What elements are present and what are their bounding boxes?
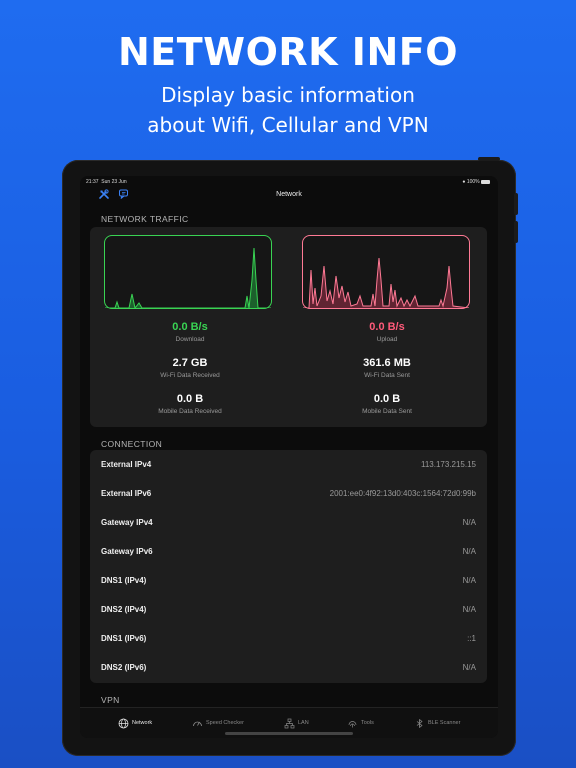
lan-icon — [284, 718, 295, 728]
connection-row[interactable]: External IPv4 113.173.215.15 — [90, 450, 487, 479]
wifi-sent-value: 361.6 MB — [363, 357, 411, 369]
hero-subtitle-line1: Display basic information — [161, 83, 415, 107]
connection-row[interactable]: DNS1 (IPv4) N/A — [90, 566, 487, 595]
row-label: DNS2 (IPv4) — [101, 605, 147, 614]
app-screen: 21:37 Sun 23 Jun ● 100% Network NETWORK … — [80, 176, 498, 738]
tab-lan[interactable]: LAN — [284, 717, 309, 729]
home-indicator[interactable] — [225, 732, 353, 735]
connection-header: CONNECTION — [101, 439, 163, 449]
status-time-value: 21:37 — [86, 179, 99, 185]
row-value: ::1 — [467, 634, 476, 643]
mobile-sent-value: 0.0 B — [373, 393, 401, 405]
download-speed: 0.0 B/s — [172, 321, 208, 333]
mobile-received-label: Mobile Data Received — [158, 408, 222, 415]
row-label: DNS1 (IPv6) — [101, 634, 147, 643]
connection-row[interactable]: DNS1 (IPv6) ::1 — [90, 624, 487, 653]
status-bar: 21:37 Sun 23 Jun ● 100% — [80, 176, 498, 188]
status-time: 21:37 Sun 23 Jun — [86, 179, 127, 185]
download-label: Download — [175, 336, 205, 343]
traffic-card: 0.0 B/s Download 0.0 B/s Upload 2.7 GB W… — [90, 227, 487, 427]
nav-title: Network — [276, 191, 302, 198]
row-value: N/A — [462, 605, 476, 614]
wifi-status-icon: ● — [462, 179, 466, 185]
mobile-received-stat: 0.0 B Mobile Data Received — [90, 393, 290, 415]
status-battery: ● 100% — [462, 179, 490, 185]
wifi-received-value: 2.7 GB — [172, 357, 208, 369]
row-value: N/A — [462, 576, 476, 585]
battery-percent: 100% — [466, 179, 480, 185]
row-value: N/A — [462, 518, 476, 527]
connection-row[interactable]: DNS2 (IPv6) N/A — [90, 653, 487, 682]
row-label: External IPv4 — [101, 460, 152, 469]
tab-speed-checker-label: Speed Checker — [206, 720, 244, 726]
row-value: 113.173.215.15 — [420, 460, 476, 469]
connection-card: External IPv4 113.173.215.15 External IP… — [90, 450, 487, 683]
tab-speed-checker[interactable]: Speed Checker — [192, 717, 244, 729]
download-graph — [104, 235, 272, 309]
download-stat: 0.0 B/s Download — [90, 321, 290, 343]
row-label: DNS1 (IPv4) — [101, 576, 147, 585]
row-value: N/A — [462, 663, 476, 672]
hero-title: NETWORK INFO — [117, 30, 459, 74]
tab-tools-label: Tools — [361, 720, 374, 726]
mobile-sent-stat: 0.0 B Mobile Data Sent — [287, 393, 487, 415]
mobile-received-value: 0.0 B — [176, 393, 204, 405]
globe-icon — [118, 718, 129, 728]
row-value: N/A — [462, 547, 476, 556]
mobile-sent-label: Mobile Data Sent — [362, 408, 412, 415]
network-traffic-header: NETWORK TRAFFIC — [101, 214, 189, 224]
speedometer-icon — [193, 721, 202, 726]
tab-lan-label: LAN — [298, 720, 309, 726]
bluetooth-icon — [416, 718, 423, 728]
vpn-header: VPN — [101, 695, 120, 705]
fingerprint-icon — [348, 720, 357, 727]
tablet-top-button — [478, 157, 500, 161]
wifi-sent-stat: 361.6 MB Wi-Fi Data Sent — [287, 357, 487, 379]
wifi-sent-label: Wi-Fi Data Sent — [364, 372, 410, 379]
upload-graph — [302, 235, 470, 309]
tablet-volume-down — [514, 221, 518, 243]
row-value: 2001:ee0:4f92:13d0:403c:1564:72d0:99b — [329, 489, 476, 498]
tablet-volume-up — [514, 193, 518, 215]
status-date-value: Sun 23 Jun — [101, 179, 127, 185]
connection-row[interactable]: Gateway IPv4 N/A — [90, 508, 487, 537]
battery-icon — [481, 179, 490, 184]
tab-ble-scanner[interactable]: BLE Scanner — [414, 717, 460, 729]
row-label: Gateway IPv6 — [101, 547, 153, 556]
tab-network-label: Network — [132, 720, 153, 726]
upload-speed: 0.0 B/s — [369, 321, 405, 333]
wifi-received-label: Wi-Fi Data Received — [160, 372, 220, 379]
upload-label: Upload — [376, 336, 398, 343]
connection-row[interactable]: DNS2 (IPv4) N/A — [90, 595, 487, 624]
hero-subtitle-line2: about Wifi, Cellular and VPN — [147, 113, 429, 137]
upload-stat: 0.0 B/s Upload — [287, 321, 487, 343]
tab-ble-scanner-label: BLE Scanner — [428, 720, 461, 726]
wifi-received-stat: 2.7 GB Wi-Fi Data Received — [90, 357, 290, 379]
tab-network[interactable]: Network — [118, 717, 152, 729]
tab-tools[interactable]: Tools — [347, 717, 374, 729]
row-label: Gateway IPv4 — [101, 518, 153, 527]
connection-row[interactable]: External IPv6 2001:ee0:4f92:13d0:403c:15… — [90, 479, 487, 508]
connection-row[interactable]: Gateway IPv6 N/A — [90, 537, 487, 566]
row-label: DNS2 (IPv6) — [101, 663, 147, 672]
row-label: External IPv6 — [101, 489, 152, 498]
